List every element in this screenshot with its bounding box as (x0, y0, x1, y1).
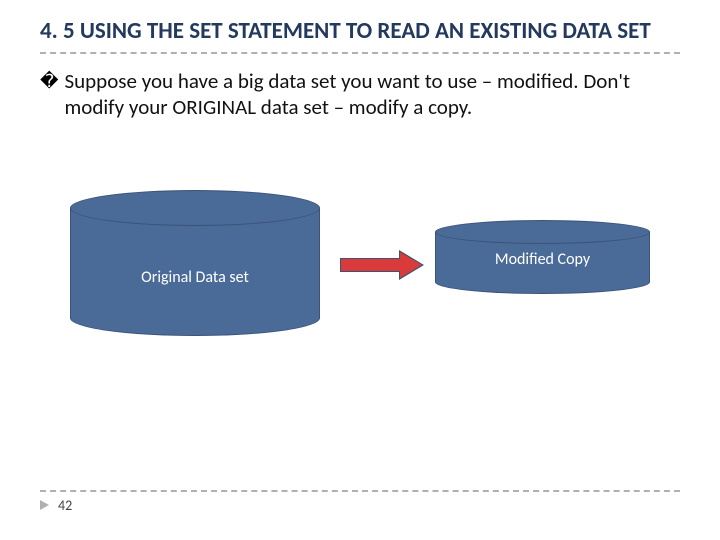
cylinder-copy-label: Modified Copy (435, 250, 650, 269)
bullet-icon: � (40, 68, 58, 121)
slide-title: 4. 5 USING THE SET STATEMENT TO READ AN … (40, 18, 680, 46)
diagram: Original Data set Modified Copy (40, 190, 680, 390)
body-paragraph: � Suppose you have a big data set you wa… (40, 68, 680, 121)
cylinder-original-top (70, 190, 320, 226)
cylinder-original-label: Original Data set (70, 268, 320, 287)
page-marker-icon (40, 500, 49, 510)
slide: 4. 5 USING THE SET STATEMENT TO READ AN … (0, 0, 720, 540)
page-number: 42 (58, 497, 72, 514)
cylinder-copy-top (435, 220, 650, 244)
footer-divider (40, 490, 680, 492)
title-divider (40, 52, 680, 54)
arrow-icon (340, 252, 425, 278)
body-text: Suppose you have a big data set you want… (64, 68, 680, 121)
